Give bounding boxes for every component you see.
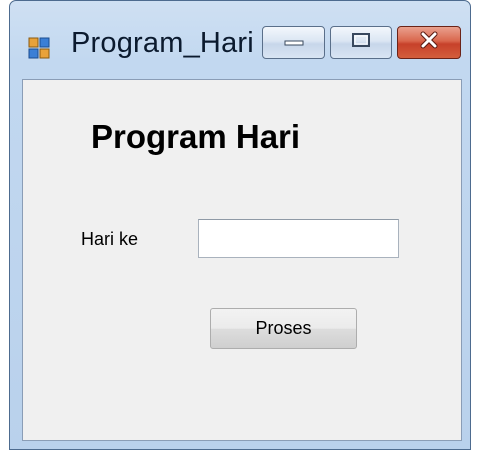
minimize-button[interactable] <box>262 26 325 59</box>
window-title: Program_Hari <box>71 27 254 59</box>
close-button[interactable] <box>397 26 461 59</box>
title-bar[interactable]: Program_Hari <box>10 1 470 71</box>
close-icon <box>418 31 440 54</box>
minimize-icon <box>283 34 305 52</box>
form-client-area: Program Hari Hari ke Proses <box>22 79 462 441</box>
app-window: Program_Hari Program Hari Hari ke Proses <box>9 0 471 450</box>
app-icon[interactable] <box>28 37 50 59</box>
day-number-input[interactable] <box>198 219 399 258</box>
maximize-icon <box>351 32 371 53</box>
page-title: Program Hari <box>91 118 301 155</box>
maximize-button[interactable] <box>330 26 392 59</box>
day-label: Hari ke <box>81 229 139 249</box>
proses-button[interactable]: Proses <box>210 308 357 349</box>
